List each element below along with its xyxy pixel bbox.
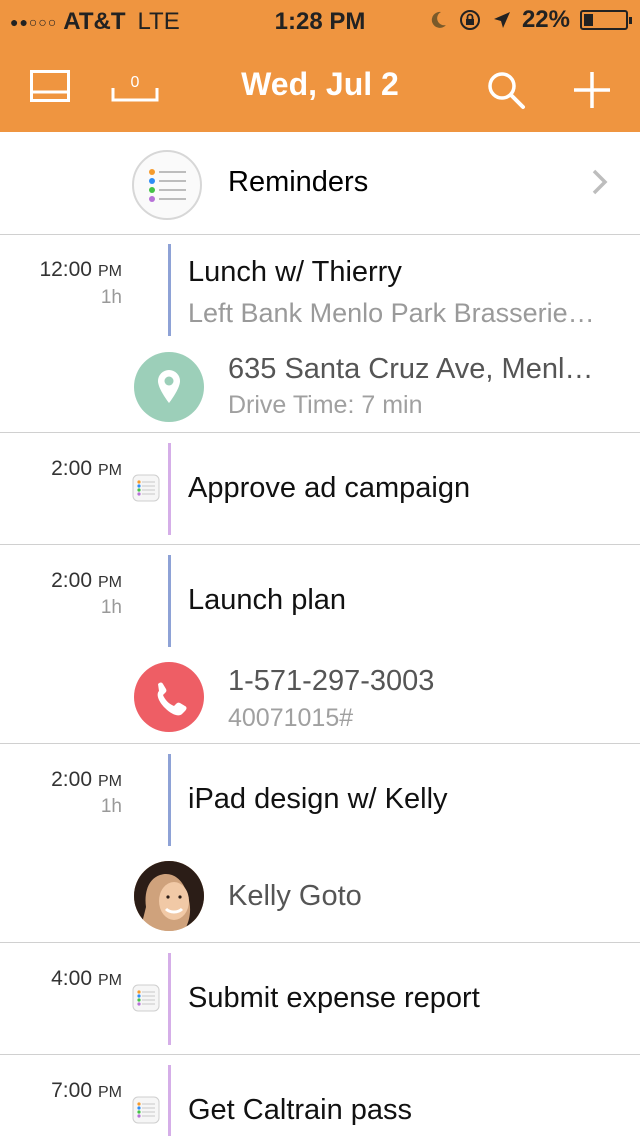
event-duration: 1h xyxy=(100,597,122,618)
address-text: 635 Santa Cruz Ave, Menl… xyxy=(228,353,594,385)
event-time: 2:00 PM xyxy=(51,457,122,480)
divider xyxy=(0,1054,640,1055)
chevron-right-icon xyxy=(592,169,608,195)
calendar-color-bar xyxy=(168,1065,171,1136)
phone-number: 1-571-297-3003 xyxy=(228,665,435,697)
battery-icon xyxy=(580,10,632,30)
page-title[interactable]: Wed, Jul 2 xyxy=(0,66,640,103)
reminders-row[interactable]: Reminders xyxy=(0,132,640,234)
divider xyxy=(0,743,640,744)
reminder-list-icon xyxy=(132,984,160,1012)
phone-passcode: 40071015# xyxy=(228,704,354,732)
event-title: iPad design w/ Kelly xyxy=(188,783,448,815)
event-title: Launch plan xyxy=(188,584,347,616)
add-event-icon[interactable] xyxy=(572,70,612,110)
calendar-color-bar xyxy=(168,555,171,647)
phone-icon xyxy=(134,662,204,732)
event-time: 2:00 PM xyxy=(51,569,122,592)
event-time: 7:00 PM xyxy=(51,1079,122,1102)
attendee-name: Kelly Goto xyxy=(228,880,362,912)
avatar xyxy=(134,861,204,931)
event-duration: 1h xyxy=(100,796,122,817)
divider xyxy=(0,432,640,433)
divider xyxy=(0,544,640,545)
location-pin-icon xyxy=(134,352,204,422)
rotation-lock-icon xyxy=(459,10,480,30)
battery-percent: 22% xyxy=(521,6,570,33)
status-bar: ●●○○○ AT&T LTE 1:28 PM 22% xyxy=(0,0,640,40)
moon-icon xyxy=(431,11,446,28)
app-header: ●●○○○ AT&T LTE 1:28 PM 22% 0 Wed, Jul 2 xyxy=(0,0,640,132)
event-title: Approve ad campaign xyxy=(188,472,471,504)
calendar-color-bar xyxy=(168,754,171,846)
event-title: Get Caltrain pass xyxy=(188,1094,413,1126)
event-time: 4:00 PM xyxy=(51,967,122,990)
calendar-color-bar xyxy=(168,443,171,535)
event-location: Left Bank Menlo Park Brasserie… xyxy=(188,298,595,328)
event-title: Lunch w/ Thierry xyxy=(188,256,402,288)
reminders-list-icon xyxy=(132,150,202,220)
event-duration: 1h xyxy=(100,287,122,308)
event-title: Submit expense report xyxy=(188,982,480,1014)
reminder-list-icon xyxy=(132,1096,160,1124)
event-time: 12:00 PM xyxy=(39,258,122,281)
location-arrow-icon xyxy=(493,12,510,28)
drive-time: Drive Time: 7 min xyxy=(228,391,423,419)
calendar-color-bar xyxy=(168,244,171,336)
nav-bar: 0 Wed, Jul 2 xyxy=(0,40,640,132)
divider xyxy=(0,234,640,235)
divider xyxy=(0,942,640,943)
calendar-color-bar xyxy=(168,953,171,1045)
event-time: 2:00 PM xyxy=(51,768,122,791)
search-icon[interactable] xyxy=(486,70,526,110)
reminder-list-icon xyxy=(132,474,160,502)
reminders-label: Reminders xyxy=(228,166,369,198)
